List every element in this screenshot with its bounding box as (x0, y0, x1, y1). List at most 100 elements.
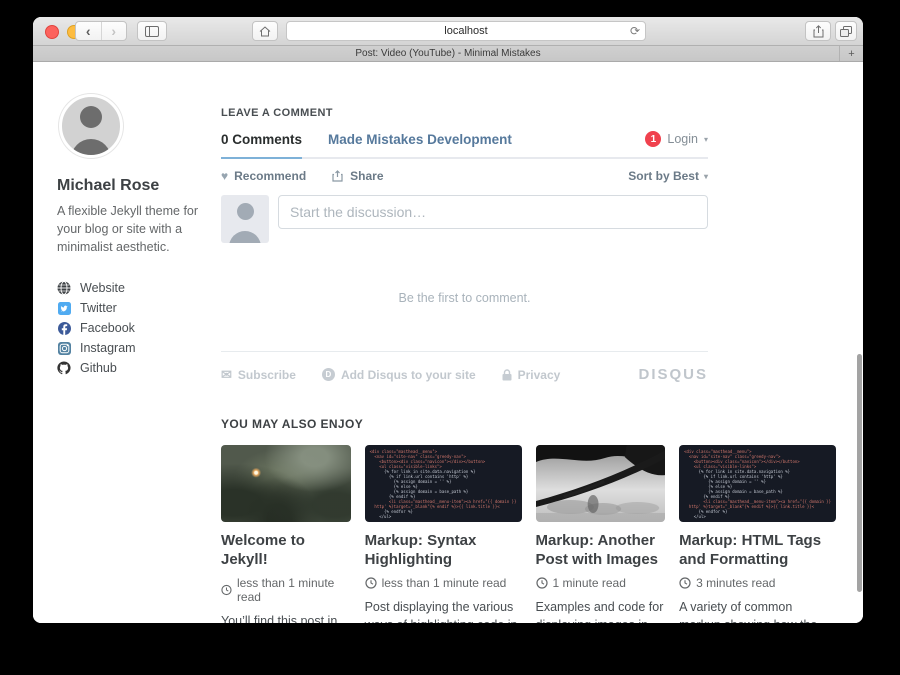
vertical-scrollbar[interactable] (857, 354, 862, 592)
post-title-link[interactable]: Markup: HTML Tags and Formatting (679, 532, 836, 570)
share-page-button[interactable] (805, 21, 831, 41)
post-title-link[interactable]: Markup: Syntax Highlighting (365, 532, 522, 570)
sidebar-link-label: Facebook (80, 321, 135, 335)
back-icon: ‹ (86, 24, 91, 38)
author-name: Michael Rose (57, 177, 209, 195)
nav-button-group: ‹ › (75, 21, 127, 41)
home-button[interactable] (252, 21, 278, 41)
post-meta: less than 1 minute read (365, 576, 522, 590)
privacy-label: Privacy (518, 368, 561, 382)
active-tab[interactable]: Post: Video (YouTube) - Minimal Mistakes (355, 48, 540, 59)
author-bio: A flexible Jekyll theme for your blog or… (57, 202, 209, 256)
add-disqus-link[interactable]: D Add Disqus to your site (322, 368, 476, 382)
forward-button[interactable]: › (101, 22, 127, 40)
login-badge: 1 (645, 131, 661, 147)
login-control[interactable]: 1 Login ▾ (645, 131, 708, 157)
post-title-link[interactable]: Markup: Another Post with Images (536, 532, 666, 570)
disqus-tab-row: 0 Comments Made Mistakes Development 1 L… (221, 131, 708, 159)
disqus-logo[interactable]: DISQUS (638, 366, 708, 383)
post-thumbnail-bw-landscape[interactable] (536, 445, 666, 522)
forward-icon: › (111, 24, 116, 38)
related-posts-section: YOU MAY ALSO ENJOY Welcome to Jekyll! le… (221, 417, 836, 623)
disqus-action-row: ♥ Recommend Share Sort by Best ▾ (221, 169, 708, 183)
recommend-button[interactable]: ♥ Recommend (221, 169, 306, 183)
post-excerpt: Post displaying the various ways of high… (365, 598, 522, 624)
post-thumbnail-code-screenshot[interactable]: <div class="masthead__menu"> <nav id="si… (679, 445, 836, 522)
related-section-title: YOU MAY ALSO ENJOY (221, 417, 836, 431)
chevron-down-icon: ▾ (704, 135, 708, 144)
sidebar-item-github[interactable]: Github (57, 358, 209, 378)
sidebar-link-label: Website (80, 281, 125, 295)
empty-thread-message: Be the first to comment. (221, 291, 708, 305)
subscribe-label: Subscribe (238, 368, 296, 382)
sidebar-link-label: Twitter (80, 301, 117, 315)
back-button[interactable]: ‹ (76, 22, 101, 40)
tab-overview-icon (840, 26, 852, 37)
recommend-label: Recommend (234, 169, 306, 183)
twitter-icon (57, 301, 71, 315)
page-content: Michael Rose A flexible Jekyll theme for… (33, 62, 863, 623)
browser-window: ‹ › localhost ⟳ Post: Video (YouTube) - … (33, 17, 863, 623)
guest-avatar (221, 195, 269, 243)
envelope-icon: ✉ (221, 367, 232, 383)
share-label: Share (350, 169, 383, 183)
chevron-down-icon: ▾ (704, 172, 708, 181)
post-meta: less than 1 minute read (221, 576, 351, 604)
tab-overview-button[interactable] (835, 21, 857, 41)
disqus-widget: 0 Comments Made Mistakes Development 1 L… (221, 131, 708, 383)
add-disqus-label: Add Disqus to your site (341, 368, 476, 382)
post-thumbnail-green-macro[interactable] (221, 445, 351, 522)
author-avatar (59, 94, 123, 158)
new-tab-button[interactable]: + (839, 46, 863, 61)
related-card: Markup: Another Post with Images 1 minut… (536, 445, 666, 623)
bw-landscape-art (536, 445, 666, 522)
subscribe-link[interactable]: ✉ Subscribe (221, 367, 296, 383)
lock-icon (502, 369, 512, 381)
related-card: <div class="masthead__menu"> <nav id="si… (365, 445, 522, 623)
related-card: Welcome to Jekyll! less than 1 minute re… (221, 445, 351, 623)
reload-icon[interactable]: ⟳ (625, 24, 645, 38)
tab-comment-count[interactable]: 0 Comments (221, 132, 302, 159)
post-meta: 1 minute read (536, 576, 666, 590)
sort-label: Sort by Best (628, 169, 699, 183)
login-label: Login (667, 132, 698, 146)
privacy-link[interactable]: Privacy (502, 368, 561, 382)
disqus-divider (221, 351, 708, 352)
sidebar-link-label: Instagram (80, 341, 136, 355)
disqus-d-icon: D (322, 368, 335, 381)
post-thumbnail-code-screenshot[interactable]: <div class="masthead__menu"> <nav id="si… (365, 445, 522, 522)
url-text[interactable]: localhost (307, 25, 625, 37)
sidebar-item-twitter[interactable]: Twitter (57, 298, 209, 318)
globe-icon (57, 281, 71, 295)
read-time: 3 minutes read (696, 576, 775, 590)
home-icon (259, 26, 271, 37)
comments-section-title: LEAVE A COMMENT (221, 107, 836, 119)
browser-toolbar: ‹ › localhost ⟳ (33, 17, 863, 46)
post-title-link[interactable]: Welcome to Jekyll! (221, 532, 351, 570)
clock-icon (365, 577, 377, 589)
clock-icon (221, 584, 232, 596)
post-excerpt: A variety of common markup showing how t… (679, 598, 836, 624)
read-time: 1 minute read (553, 576, 626, 590)
github-icon (57, 361, 71, 375)
address-bar[interactable]: localhost ⟳ (286, 21, 646, 41)
window-close-button[interactable] (45, 25, 59, 39)
sidebar-item-facebook[interactable]: Facebook (57, 318, 209, 338)
post-meta: 3 minutes read (679, 576, 836, 590)
read-time: less than 1 minute read (382, 576, 507, 590)
comment-editor (221, 195, 708, 243)
sidebar-toggle-button[interactable] (137, 21, 167, 41)
related-card: <div class="masthead__menu"> <nav id="si… (679, 445, 836, 623)
author-links: Website Twitter Facebook (57, 278, 209, 378)
sidebar-item-instagram[interactable]: Instagram (57, 338, 209, 358)
post-excerpt: Examples and code for displaying images … (536, 598, 666, 624)
clock-icon (536, 577, 548, 589)
tab-community-link[interactable]: Made Mistakes Development (328, 132, 512, 157)
share-thread-button[interactable]: Share (332, 169, 383, 183)
comment-input[interactable] (278, 195, 708, 229)
facebook-icon (57, 321, 71, 335)
related-cards: Welcome to Jekyll! less than 1 minute re… (221, 445, 836, 623)
author-sidebar: Michael Rose A flexible Jekyll theme for… (57, 94, 209, 378)
sidebar-item-website[interactable]: Website (57, 278, 209, 298)
sort-dropdown[interactable]: Sort by Best ▾ (628, 169, 708, 183)
